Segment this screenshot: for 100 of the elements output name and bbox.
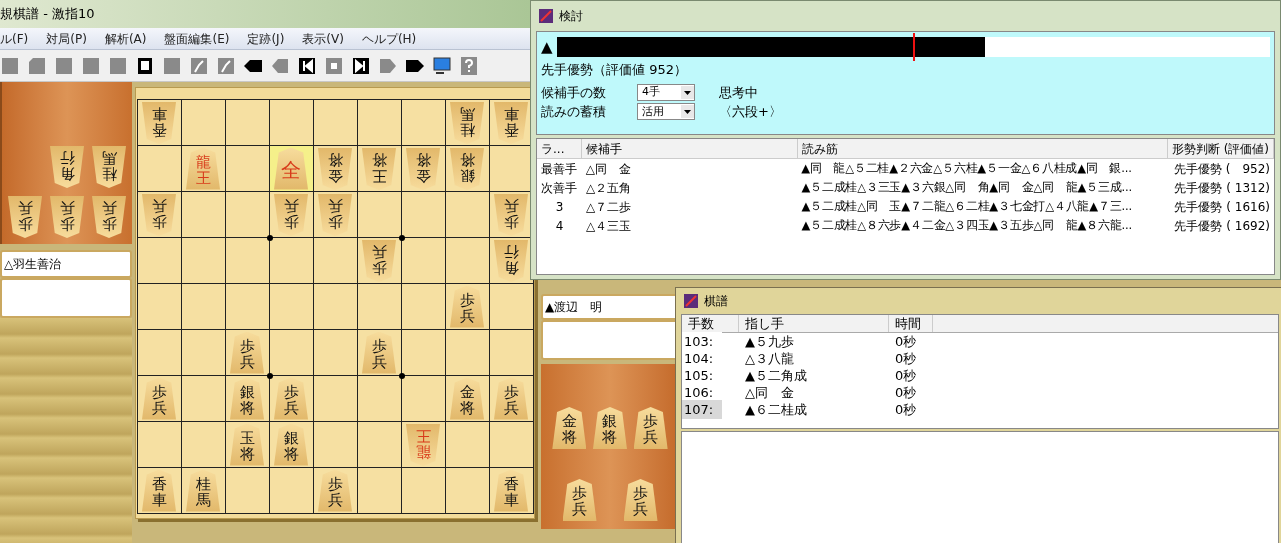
board-square[interactable] [357, 468, 401, 513]
shogi-piece[interactable]: 歩兵 [562, 479, 597, 521]
board-square[interactable] [181, 238, 225, 283]
board-square[interactable] [313, 422, 357, 467]
move-number[interactable]: 107: [682, 399, 722, 420]
board-square[interactable] [313, 330, 357, 375]
board-square[interactable] [445, 468, 489, 513]
shogi-piece[interactable]: 歩兵 [8, 196, 42, 238]
board-square[interactable] [357, 100, 401, 145]
board-square[interactable] [357, 422, 401, 467]
skip-start-icon[interactable] [297, 55, 317, 76]
board-square[interactable] [181, 330, 225, 375]
table-cell-text: △同 金 [584, 160, 633, 178]
table-cell-text: 先手優勢 ( 1616) [1173, 198, 1271, 216]
shogi-piece[interactable]: 歩兵 [50, 196, 84, 238]
shogi-piece[interactable]: 角行 [50, 146, 84, 188]
board-square[interactable] [489, 284, 533, 329]
column-header[interactable]: 指し手 [739, 315, 889, 332]
star-point-icon [398, 235, 405, 241]
table-cell-text: 先手優勢 ( 1312) [1173, 179, 1271, 197]
board-square[interactable] [357, 284, 401, 329]
board-square[interactable] [445, 238, 489, 283]
board-square[interactable] [401, 376, 445, 421]
menu-item[interactable]: 定跡(J) [247, 29, 285, 48]
menu-item[interactable]: 盤面編集(E) [164, 29, 230, 48]
board-square[interactable] [137, 330, 181, 375]
board-square[interactable] [225, 284, 269, 329]
board-square[interactable] [401, 330, 445, 375]
shogi-piece[interactable]: 銀将 [593, 407, 627, 449]
board-square[interactable] [357, 192, 401, 237]
shogi-piece[interactable]: 金将 [552, 407, 587, 449]
board-square[interactable] [445, 330, 489, 375]
board-square[interactable] [225, 192, 269, 237]
board-square[interactable] [181, 422, 225, 467]
board-square[interactable] [401, 238, 445, 283]
page-icon[interactable] [27, 55, 47, 76]
column-header[interactable]: ラ... [537, 139, 582, 158]
field-label: 読みの蓄積 [541, 103, 607, 121]
skip-end-icon[interactable] [351, 55, 371, 76]
menu-item[interactable]: 対局(P) [46, 29, 87, 48]
candidates-dropdown[interactable]: 4手 [637, 83, 695, 101]
board-square[interactable] [225, 146, 269, 191]
board-square[interactable] [313, 100, 357, 145]
board-square[interactable] [401, 468, 445, 513]
board-square[interactable] [357, 376, 401, 421]
accumulation-dropdown[interactable]: 活用 [637, 103, 695, 121]
board-square[interactable] [137, 146, 181, 191]
board-square[interactable] [313, 376, 357, 421]
board-square[interactable] [489, 330, 533, 375]
board-square[interactable] [401, 284, 445, 329]
board-square[interactable] [181, 376, 225, 421]
table-cell-text: △３八龍 [744, 349, 795, 368]
shogi-piece[interactable]: 桂馬 [92, 146, 126, 188]
column-header[interactable]: 読み筋 [798, 139, 1168, 158]
board-square[interactable] [225, 238, 269, 283]
board-square[interactable] [269, 100, 313, 145]
board-square[interactable] [489, 146, 533, 191]
window-title: 棋譜 [704, 293, 728, 310]
board-square[interactable] [445, 422, 489, 467]
board-square[interactable] [313, 238, 357, 283]
board-square[interactable] [225, 100, 269, 145]
column-header[interactable]: 候補手 [581, 139, 799, 158]
menu-item[interactable]: ル(F) [0, 29, 29, 48]
board-square[interactable] [181, 284, 225, 329]
table-cell-text: ▲６二桂成 [744, 400, 808, 419]
square-icon[interactable] [81, 55, 101, 76]
square-icon[interactable] [162, 55, 182, 76]
square-icon[interactable] [108, 55, 128, 76]
menu-item[interactable]: 解析(A) [104, 29, 147, 48]
help-icon[interactable] [459, 55, 479, 76]
shogi-piece[interactable]: 歩兵 [92, 196, 126, 238]
board-square[interactable] [225, 468, 269, 513]
table-cell-text: 0秒 [894, 349, 918, 368]
table-cell-text: △２五角 [584, 179, 633, 197]
board-square[interactable] [137, 422, 181, 467]
menu-item[interactable]: ヘルプ(H) [361, 29, 417, 48]
board-square[interactable] [401, 100, 445, 145]
column-header[interactable]: 形勢判断 (評価値) [1167, 139, 1274, 158]
board-square[interactable] [137, 284, 181, 329]
board-square[interactable] [181, 100, 225, 145]
board-square[interactable] [269, 238, 313, 283]
board-square[interactable] [269, 284, 313, 329]
caret-icon [681, 85, 694, 99]
square-icon[interactable] [0, 55, 20, 76]
board-square[interactable] [445, 192, 489, 237]
board-square[interactable] [137, 238, 181, 283]
shogi-piece[interactable]: 歩兵 [623, 479, 658, 521]
column-header[interactable]: 時間 [889, 315, 933, 332]
board-square[interactable] [269, 330, 313, 375]
board-square[interactable] [489, 422, 533, 467]
menu-item[interactable]: 表示(V) [302, 29, 344, 48]
app-icon [684, 294, 698, 308]
board-square[interactable] [181, 192, 225, 237]
monitor-icon[interactable] [432, 55, 452, 76]
shogi-piece[interactable]: 歩兵 [633, 407, 668, 449]
board-square[interactable] [313, 284, 357, 329]
stop-icon[interactable] [324, 55, 344, 76]
board-square[interactable] [269, 468, 313, 513]
square-icon[interactable] [54, 55, 74, 76]
board-square[interactable] [401, 192, 445, 237]
